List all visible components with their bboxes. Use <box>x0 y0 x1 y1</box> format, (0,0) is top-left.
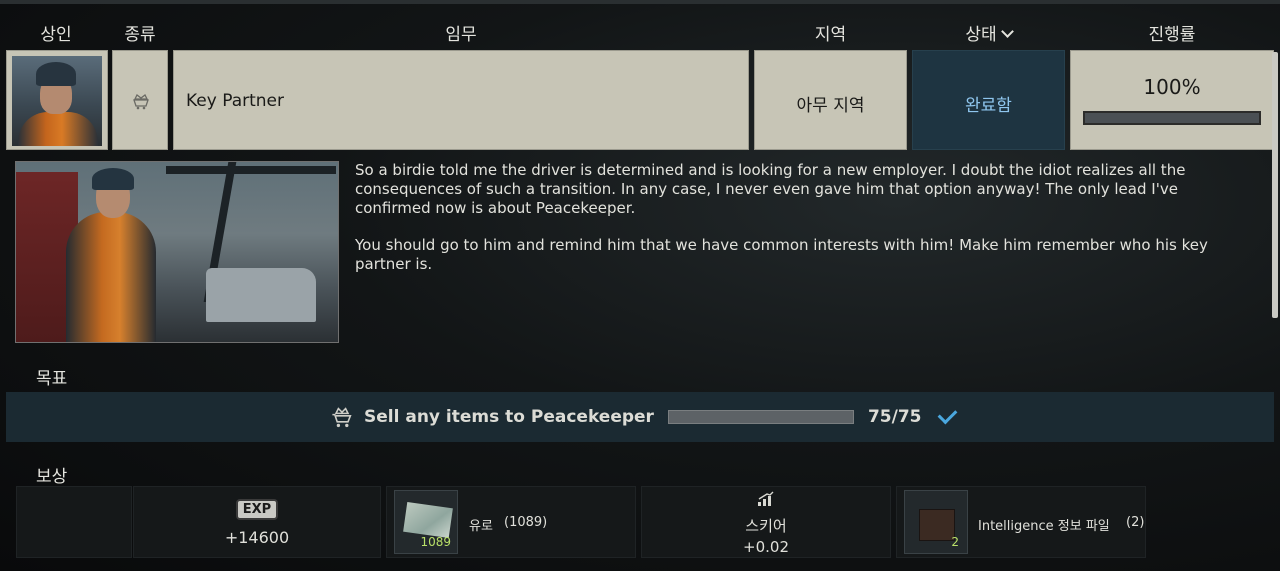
objective-text: Sell any items to Peacekeeper <box>364 407 654 427</box>
image-van <box>206 268 316 322</box>
objective-progress-bar <box>667 410 854 424</box>
quest-name-cell[interactable]: Key Partner <box>173 50 749 150</box>
progress-bar <box>1083 111 1261 125</box>
reward-intel[interactable]: 2 Intelligence 정보 파일 (2) <box>896 486 1146 558</box>
skill-name: 스키어 <box>745 517 787 535</box>
quest-status-cell: 완료함 <box>912 50 1065 150</box>
rewards-title: 보상 <box>36 467 68 487</box>
euro-count: (1089) <box>504 515 548 530</box>
euro-quantity: 1089 <box>420 535 451 549</box>
intel-count: (2) <box>1126 515 1145 530</box>
exp-icon: EXP <box>235 499 279 520</box>
progress-bar-fill <box>1085 113 1259 123</box>
scrollbar-thumb[interactable] <box>1272 52 1278 318</box>
skill-chart-icon <box>642 491 890 511</box>
intel-folder <box>919 509 955 541</box>
quest-location: 아무 지역 <box>796 96 865 116</box>
trader-avatar <box>12 56 102 146</box>
quest-image <box>15 161 339 343</box>
header-status[interactable]: 상태 <box>912 20 1065 45</box>
chevron-down-icon <box>1000 25 1014 38</box>
image-trader-body <box>66 212 156 342</box>
intel-folder-icon[interactable]: 2 <box>904 490 968 554</box>
skill-value: +0.02 <box>743 538 789 556</box>
objective-content: Sell any items to Peacekeeper 75/75 <box>330 404 958 428</box>
quest-progress-cell: 100% <box>1070 50 1274 150</box>
avatar-body <box>18 112 98 146</box>
reward-skill: 스키어 +0.02 <box>641 486 891 558</box>
reward-euro[interactable]: 1089 유로 (1089) <box>386 486 636 558</box>
rewards-spacer <box>16 486 132 558</box>
quest-description: So a birdie told me the driver is determ… <box>355 161 1255 292</box>
avatar-hat <box>36 62 76 86</box>
checkmark-icon <box>938 404 958 424</box>
cart-crown-icon <box>332 407 352 428</box>
euro-item-icon[interactable]: 1089 <box>394 490 458 554</box>
header-progress: 진행률 <box>1148 25 1196 45</box>
euro-banknote <box>403 501 453 539</box>
header-status-label: 상태 <box>965 25 997 45</box>
progress-percent: 100% <box>1143 75 1201 99</box>
intel-quantity: 2 <box>951 535 959 549</box>
header-task: 임무 <box>445 25 477 45</box>
quest-location-cell: 아무 지역 <box>754 50 907 150</box>
image-crane-arm <box>166 166 336 174</box>
objectives-title: 목표 <box>36 369 68 389</box>
trader-avatar-cell[interactable] <box>6 50 108 150</box>
quest-description-p1: So a birdie told me the driver is determ… <box>355 161 1186 217</box>
trade-crown-icon <box>133 94 149 110</box>
quest-description-p2: You should go to him and remind him that… <box>355 236 1208 273</box>
objective-count: 75/75 <box>867 407 922 427</box>
euro-label: 유로 <box>469 519 493 534</box>
quest-name: Key Partner <box>186 91 285 111</box>
header-location: 지역 <box>814 25 847 45</box>
header-trader: 상인 <box>40 25 72 45</box>
objective-row: Sell any items to Peacekeeper 75/75 <box>6 392 1274 442</box>
objective-progress-fill <box>668 411 853 423</box>
quest-status: 완료함 <box>965 96 1012 116</box>
intel-label: Intelligence 정보 파일 <box>978 519 1110 534</box>
exp-value: +14600 <box>224 528 290 547</box>
image-trader-hat <box>92 168 134 190</box>
reward-exp: EXP +14600 <box>133 486 381 558</box>
quest-type-cell <box>112 50 168 150</box>
header-type: 종류 <box>124 25 156 45</box>
top-divider <box>0 0 1280 4</box>
